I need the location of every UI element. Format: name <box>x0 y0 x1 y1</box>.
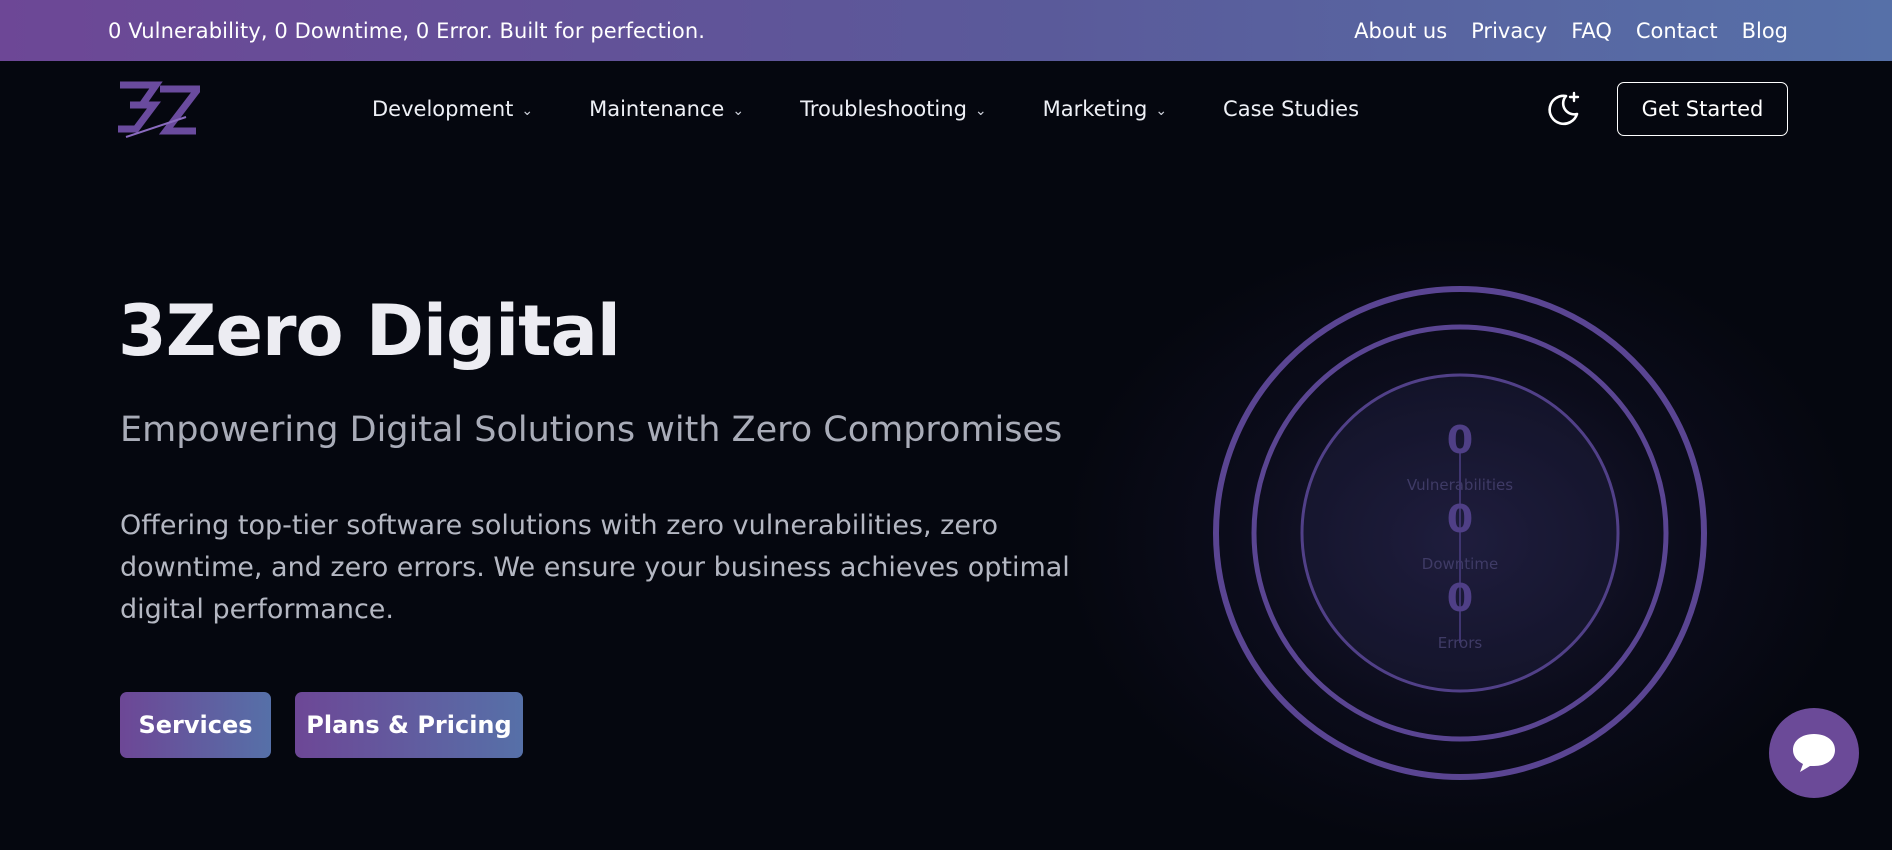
plans-pricing-button[interactable]: Plans & Pricing <box>295 692 523 758</box>
top-link-contact[interactable]: Contact <box>1636 19 1718 43</box>
top-link-privacy[interactable]: Privacy <box>1471 19 1547 43</box>
nav-item-troubleshooting[interactable]: Troubleshooting ⌄ <box>800 97 987 121</box>
stat-downtime-value: 0 <box>1446 497 1474 541</box>
zero-stats-graphic: 0 Vulnerabilities 0 Downtime 0 Errors <box>1210 283 1710 783</box>
nav-item-marketing[interactable]: Marketing ⌄ <box>1043 97 1167 121</box>
nav-menu: Development ⌄ Maintenance ⌄ Troubleshoot… <box>372 61 1359 157</box>
nav-item-label: Troubleshooting <box>800 97 967 121</box>
announcement-bar: 0 Vulnerability, 0 Downtime, 0 Error. Bu… <box>0 0 1892 61</box>
3z-logo-icon[interactable] <box>116 79 206 139</box>
services-button[interactable]: Services <box>120 692 271 758</box>
hero-description: Offering top-tier software solutions wit… <box>120 510 1070 625</box>
hero-title: 3Zero Digital <box>118 290 621 372</box>
announcement-tagline: 0 Vulnerability, 0 Downtime, 0 Error. Bu… <box>108 18 706 43</box>
chat-launcher-button[interactable] <box>1769 708 1859 798</box>
nav-item-label: Marketing <box>1042 97 1148 121</box>
nav-item-case-studies[interactable]: Case Studies <box>1223 97 1359 121</box>
stat-vulnerabilities-value: 0 <box>1446 418 1474 462</box>
top-links: About us Privacy FAQ Contact Blog <box>1354 19 1788 43</box>
nav-item-maintenance[interactable]: Maintenance ⌄ <box>589 97 744 121</box>
chat-bubble-icon <box>1793 734 1835 772</box>
nav-item-label: Case Studies <box>1223 97 1360 121</box>
stat-downtime-label: Downtime <box>1421 555 1499 573</box>
chevron-down-icon: ⌄ <box>521 103 534 119</box>
stat-errors-value: 0 <box>1446 576 1474 620</box>
main-nav: Development ⌄ Maintenance ⌄ Troubleshoot… <box>0 61 1892 157</box>
stat-vulnerabilities-label: Vulnerabilities <box>1406 476 1514 494</box>
top-link-blog[interactable]: Blog <box>1742 19 1788 43</box>
top-link-about[interactable]: About us <box>1354 19 1447 43</box>
nav-item-label: Development <box>372 97 514 121</box>
moon-sparkle-icon[interactable] <box>1544 90 1582 128</box>
top-link-faq[interactable]: FAQ <box>1571 19 1612 43</box>
hero-subtitle: Empowering Digital Solutions with Zero C… <box>120 410 1063 450</box>
chevron-down-icon: ⌄ <box>1155 103 1168 119</box>
chevron-down-icon: ⌄ <box>974 103 987 119</box>
stat-errors-label: Errors <box>1437 634 1483 652</box>
nav-item-label: Maintenance <box>589 97 725 121</box>
get-started-button[interactable]: Get Started <box>1617 82 1788 136</box>
chevron-down-icon: ⌄ <box>732 103 745 119</box>
nav-item-development[interactable]: Development ⌄ <box>372 97 533 121</box>
